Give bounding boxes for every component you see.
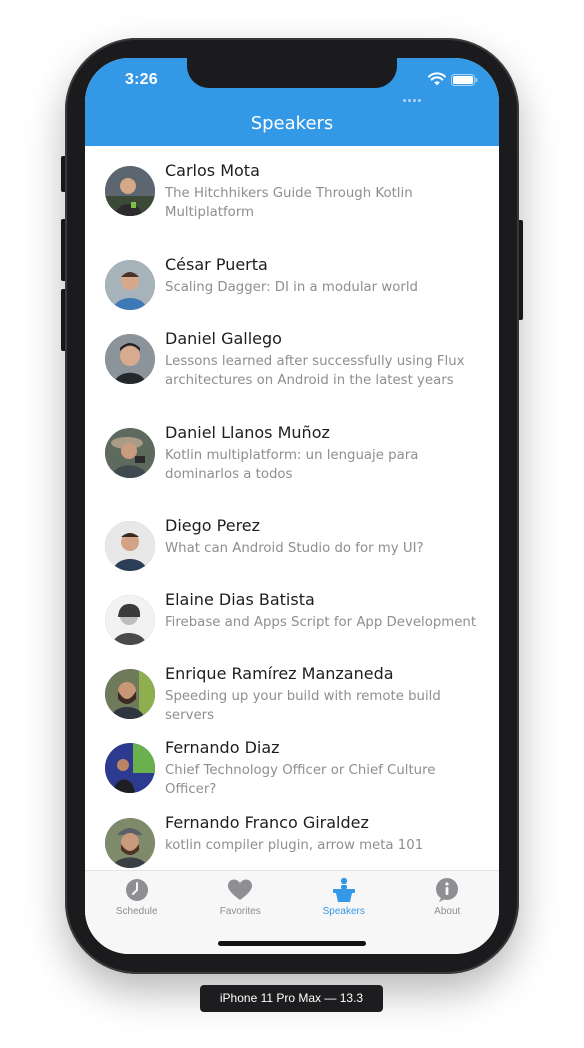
talk-title: Kotlin multiplatform: un lenguaje para d… <box>165 448 419 482</box>
tab-bar: Schedule Favorites Speakers About <box>85 870 499 954</box>
home-indicator[interactable] <box>218 941 366 946</box>
wifi-icon <box>428 72 446 86</box>
tab-label: About <box>434 906 461 917</box>
tab-favorites[interactable]: Favorites <box>189 877 293 917</box>
speaker-row[interactable]: Enrique Ramírez Manzaneda Speeding up yo… <box>85 649 499 723</box>
tab-schedule[interactable]: Schedule <box>85 877 189 917</box>
talk-title: Scaling Dagger: DI in a modular world <box>165 280 418 295</box>
avatar <box>105 166 155 216</box>
speaker-row[interactable]: Fernando Diaz Chief Technology Officer o… <box>85 723 499 798</box>
speaker-podium-icon <box>332 877 355 902</box>
tab-label: Speakers <box>322 906 365 917</box>
talk-title: What can Android Studio do for my UI? <box>165 541 424 556</box>
speaker-name: Carlos Mota <box>165 161 260 180</box>
device-caption: iPhone 11 Pro Max — 13.3 <box>200 985 383 1012</box>
speaker-list[interactable]: Carlos Mota The Hitchhikers Guide Throug… <box>85 146 499 870</box>
speaker-name: Elaine Dias Batista <box>165 590 315 609</box>
speaker-row[interactable]: Fernando Franco Giraldez kotlin compiler… <box>85 798 499 870</box>
navigation-bar: Speakers <box>85 102 499 146</box>
avatar <box>105 260 155 310</box>
avatar <box>105 818 155 868</box>
clock-icon <box>125 879 148 901</box>
page-title: Speakers <box>250 113 334 134</box>
speaker-name: César Puerta <box>165 255 268 274</box>
info-icon <box>436 878 459 902</box>
speaker-row[interactable]: Carlos Mota The Hitchhikers Guide Throug… <box>85 146 499 240</box>
speaker-row[interactable]: César Puerta Scaling Dagger: DI in a mod… <box>85 240 499 314</box>
speaker-name: Fernando Franco Giraldez <box>165 813 369 832</box>
avatar <box>105 743 155 793</box>
tab-about[interactable]: About <box>396 877 500 917</box>
speaker-name: Daniel Gallego <box>165 329 282 348</box>
tab-speakers[interactable]: Speakers <box>292 877 396 917</box>
talk-title: The Hitchhikers Guide Through Kotlin Mul… <box>165 186 413 220</box>
tab-label: Favorites <box>219 906 261 917</box>
speaker-name: Fernando Diaz <box>165 738 280 757</box>
speaker-row[interactable]: Daniel Gallego Lessons learned after suc… <box>85 314 499 408</box>
avatar <box>105 334 155 384</box>
speaker-row[interactable]: Daniel Llanos Muñoz Kotlin multiplatform… <box>85 408 499 501</box>
avatar <box>105 669 155 719</box>
talk-title: kotlin compiler plugin, arrow meta 101 <box>165 838 424 853</box>
speaker-name: Daniel Llanos Muñoz <box>165 423 330 442</box>
speaker-row[interactable]: Elaine Dias Batista Firebase and Apps Sc… <box>85 575 499 649</box>
avatar <box>105 595 155 645</box>
avatar <box>105 428 155 478</box>
status-time: 3:26 <box>125 71 158 88</box>
cellular-signal-icon <box>403 84 423 102</box>
talk-title: Firebase and Apps Script for App Develop… <box>165 615 477 630</box>
tab-label: Schedule <box>115 906 158 917</box>
speaker-name: Enrique Ramírez Manzaneda <box>165 664 394 683</box>
notch <box>187 58 397 88</box>
talk-title: Speeding up your build with remote build… <box>165 689 441 723</box>
battery-icon <box>451 74 478 86</box>
heart-icon <box>228 879 253 900</box>
speaker-name: Diego Perez <box>165 516 261 535</box>
talk-title: Lessons learned after successfully using… <box>165 354 465 388</box>
app-screen: 3:26 Speakers Carlos Mota The Hitchhiker… <box>85 58 499 954</box>
avatar <box>105 521 155 571</box>
speaker-row[interactable]: Diego Perez What can Android Studio do f… <box>85 501 499 575</box>
talk-title: Chief Technology Officer or Chief Cultur… <box>165 763 436 797</box>
